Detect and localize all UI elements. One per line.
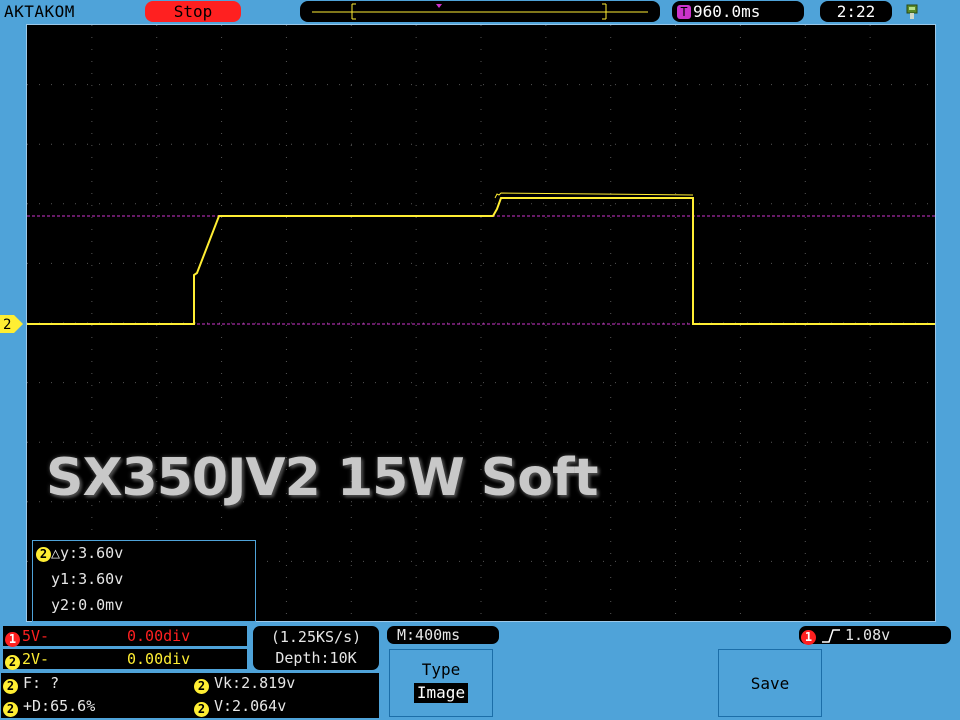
time-offset-value: 960.0ms [693,2,761,21]
channel-2-badge: 2 [5,655,20,670]
measure-voltage: V:2.064v [214,697,287,715]
trigger-settings[interactable]: 1 1.08v [798,625,952,645]
brand-label: AKTAKOM [4,2,75,21]
usb-icon [904,3,920,21]
channel-2-settings[interactable]: 2 2V- 0.00div [2,648,248,670]
waveform-display[interactable] [26,24,936,622]
trigger-level: 1.08v [845,626,891,644]
trigger-pointer-icon [436,4,442,8]
measure-peak-voltage: Vk:2.819v [214,674,296,692]
channel-2-trace [27,197,935,325]
time-offset-display[interactable]: T 960.0ms [672,1,804,22]
channel-1-settings[interactable]: 1 5V- 0.00div [2,625,248,647]
measure-frequency: F: ? [23,674,60,692]
measure-channel-badge: 2 [3,679,18,694]
type-softkey[interactable]: Type Image [389,649,493,717]
channel-2-ground-marker[interactable]: 2 [0,315,24,333]
type-softkey-label: Type [421,660,461,679]
run-stop-button[interactable]: Stop [145,1,241,22]
acquisition-panel: (1.25KS/s) Depth:10K [252,625,380,671]
cursor-y1: y1:3.60v [51,570,124,588]
measure-channel-badge: 2 [194,679,209,694]
cursor-delta: △y:3.60v [51,544,124,562]
svg-text:2: 2 [3,317,11,333]
memory-depth: Depth:10K [275,649,357,667]
channel-2-position: 0.00div [127,650,191,668]
channel-1-scale: 5V- [22,627,50,645]
channel-1-position: 0.00div [127,627,191,645]
sample-rate: (1.25KS/s) [270,628,362,646]
cursor-y2: y2:0.0mv [51,596,124,614]
type-softkey-value: Image [413,683,469,703]
measure-channel-badge: 2 [3,702,18,717]
channel-2-scale: 2V- [22,650,50,668]
waveform-canvas [27,192,935,325]
clock-display: 2:22 [820,1,892,22]
measurement-panel: 2 F: ? 2 Vk:2.819v 2 +D:65.6% 2 V:2.064v [0,672,380,719]
trigger-position-bar[interactable] [300,1,660,22]
overlay-title: SX350JV2 15W Soft [46,448,598,508]
trigger-position-indicator [312,3,648,20]
measure-duty-cycle: +D:65.6% [23,697,96,715]
trigger-channel-badge: 1 [801,630,816,645]
measure-channel-badge: 2 [194,702,209,717]
main-timebase[interactable]: M:400ms [386,625,500,645]
cursor-readout-panel: 2 △y:3.60v y1:3.60v y2:0.0mv [32,540,256,622]
channel-2-badge: 2 [36,547,51,562]
save-softkey-label: Save [750,674,790,693]
channel-1-badge: 1 [5,632,20,647]
rising-edge-icon [821,628,841,647]
save-softkey[interactable]: Save [718,649,822,717]
timebase-icon: T [677,5,691,19]
